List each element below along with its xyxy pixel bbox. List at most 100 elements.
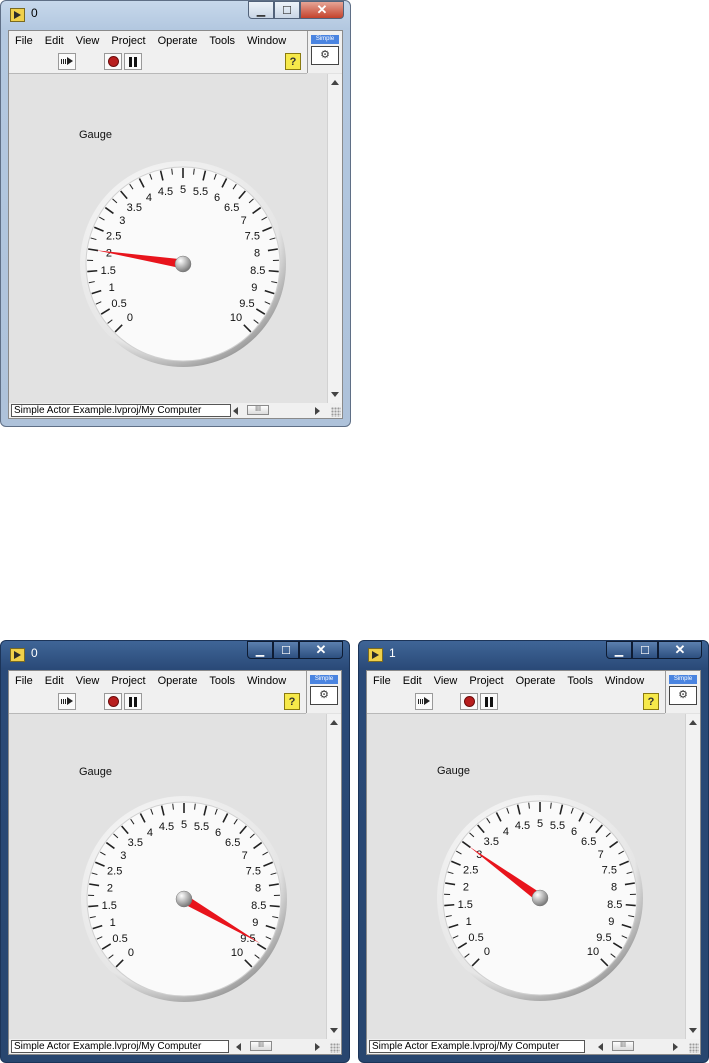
menu-tools[interactable]: Tools	[203, 35, 241, 47]
gauge-tick-label: 7.5	[602, 864, 617, 876]
gauge-tick-label: 4.5	[515, 820, 530, 832]
menu-view[interactable]: View	[70, 35, 106, 47]
title-bar[interactable]: 0 ▁ ☐ ✕	[1, 1, 350, 27]
horizontal-scrollbar[interactable]: III	[231, 404, 322, 417]
abort-button[interactable]	[104, 693, 122, 710]
context-help-button[interactable]: ?	[643, 693, 659, 710]
menu-view[interactable]: View	[428, 675, 464, 687]
menu-edit[interactable]: Edit	[39, 675, 70, 687]
gear-icon: ⚙	[320, 49, 330, 61]
horizontal-scrollbar[interactable]: III	[234, 1040, 322, 1053]
scroll-left-arrow-icon[interactable]	[598, 1043, 603, 1051]
close-button[interactable]: ✕	[658, 641, 702, 659]
gauge-tick-label: 6.5	[581, 836, 596, 848]
scroll-thumb[interactable]: III	[612, 1041, 634, 1051]
gauge-tick-label: 3.5	[128, 837, 143, 849]
menu-project[interactable]: Project	[105, 675, 151, 687]
maximize-button[interactable]: ☐	[274, 1, 300, 19]
abort-button[interactable]	[104, 53, 122, 70]
pause-button[interactable]	[124, 53, 142, 70]
resize-grip-icon[interactable]	[330, 1043, 340, 1053]
horizontal-scrollbar[interactable]: III	[596, 1040, 680, 1053]
gauge-major-tick	[444, 903, 455, 907]
menu-project[interactable]: Project	[105, 35, 151, 47]
pause-button[interactable]	[124, 693, 142, 710]
title-bar[interactable]: 0 ▁ ☐ ✕	[1, 641, 349, 667]
project-path: Simple Actor Example.lvproj/My Computer	[369, 1040, 585, 1053]
scroll-thumb[interactable]: III	[250, 1041, 272, 1051]
close-button[interactable]: ✕	[300, 1, 344, 19]
scroll-up-arrow-icon[interactable]	[331, 80, 339, 85]
scroll-right-arrow-icon[interactable]	[315, 1043, 320, 1051]
scroll-up-arrow-icon[interactable]	[330, 720, 338, 725]
scroll-up-arrow-icon[interactable]	[689, 720, 697, 725]
menu-edit[interactable]: Edit	[39, 35, 70, 47]
gauge-tick-label: 4	[146, 192, 152, 204]
pause-icon	[129, 56, 137, 67]
menu-tools[interactable]: Tools	[203, 675, 241, 687]
maximize-button[interactable]: ☐	[632, 641, 658, 659]
window-title: 0	[31, 6, 38, 20]
scroll-down-arrow-icon[interactable]	[330, 1028, 338, 1033]
minimize-button[interactable]: ▁	[606, 641, 632, 659]
scroll-down-arrow-icon[interactable]	[689, 1028, 697, 1033]
context-help-button[interactable]: ?	[284, 693, 300, 710]
minimize-button[interactable]: ▁	[247, 641, 273, 659]
menu-project[interactable]: Project	[463, 675, 509, 687]
menu-file[interactable]: File	[9, 35, 39, 47]
run-button[interactable]	[58, 53, 76, 70]
run-button[interactable]	[58, 693, 76, 710]
menu-tools[interactable]: Tools	[561, 675, 599, 687]
title-bar[interactable]: 1 ▁ ☐ ✕	[359, 641, 708, 667]
scroll-left-arrow-icon[interactable]	[236, 1043, 241, 1051]
minimize-button[interactable]: ▁	[248, 1, 274, 19]
menu-file[interactable]: File	[367, 675, 397, 687]
resize-grip-icon[interactable]	[689, 1043, 699, 1053]
context-help-button[interactable]: ?	[285, 53, 301, 70]
menu-window[interactable]: Window	[241, 675, 292, 687]
menu-bar: File Edit View Project Operate Tools Window	[9, 31, 307, 50]
scroll-left-arrow-icon[interactable]	[233, 407, 238, 415]
scroll-down-arrow-icon[interactable]	[331, 392, 339, 397]
gauge-tick-label: 8	[255, 882, 261, 894]
vi-connector-icon[interactable]: Simple ⚙	[307, 31, 342, 73]
window-bottom-left[interactable]: 0 ▁ ☐ ✕ File Edit View Project Operate Tools Windo…	[0, 640, 350, 1063]
vertical-scrollbar[interactable]	[326, 714, 341, 1039]
close-button[interactable]: ✕	[299, 641, 343, 659]
vi-connector-icon[interactable]: Simple ⚙	[665, 671, 700, 713]
scroll-right-arrow-icon[interactable]	[315, 407, 320, 415]
menu-operate[interactable]: Operate	[152, 675, 204, 687]
status-bar: Simple Actor Example.lvproj/My Computer I…	[9, 1039, 341, 1054]
gauge-dial[interactable]: 00.511.522.533.544.5 5 5.566.577.588.599.5…	[78, 159, 288, 369]
abort-button[interactable]	[460, 693, 478, 710]
gauge-dial[interactable]: 00.511.522.533.544.5 5 5.566.577.588.599.5…	[79, 794, 289, 1004]
gauge-dial[interactable]: 00.511.522.533.544.5 5 5.566.577.588.599.5…	[435, 793, 645, 1003]
window-bottom-right[interactable]: 1 ▁ ☐ ✕ File Edit View Project Operate Tools Windo…	[358, 640, 709, 1063]
vertical-scrollbar[interactable]	[685, 714, 700, 1039]
menu-operate[interactable]: Operate	[510, 675, 562, 687]
menu-edit[interactable]: Edit	[397, 675, 428, 687]
gauge-tick-label: 8.5	[251, 900, 266, 912]
gauge-label: Gauge	[79, 129, 113, 141]
project-path: Simple Actor Example.lvproj/My Computer	[11, 404, 231, 417]
menu-operate[interactable]: Operate	[152, 35, 204, 47]
scroll-right-arrow-icon[interactable]	[673, 1043, 678, 1051]
vertical-scrollbar[interactable]	[327, 74, 342, 403]
pause-icon	[129, 696, 137, 707]
run-button[interactable]	[415, 693, 433, 710]
pause-button[interactable]	[480, 693, 498, 710]
gauge-minor-tick	[194, 803, 196, 810]
gauge-tick-label: 3.5	[127, 202, 142, 214]
vi-connector-icon[interactable]: Simple ⚙	[306, 671, 341, 713]
maximize-button[interactable]: ☐	[273, 641, 299, 659]
resize-grip-icon[interactable]	[331, 407, 341, 417]
vi-front-panel-frame: File Edit View Project Operate Tools Window? Si…	[8, 670, 342, 1055]
vi-front-panel-frame: File Edit View Project Operate Tools Window? Si…	[366, 670, 701, 1055]
window-top[interactable]: 0 ▁ ☐ ✕ File Edit View Project Operate Tools Windo…	[0, 0, 351, 427]
menu-window[interactable]: Window	[599, 675, 650, 687]
scroll-thumb[interactable]: III	[247, 405, 269, 415]
menu-window[interactable]: Window	[241, 35, 292, 47]
menu-file[interactable]: File	[9, 675, 39, 687]
gauge-tick-label: 2	[463, 881, 469, 893]
menu-view[interactable]: View	[70, 675, 106, 687]
